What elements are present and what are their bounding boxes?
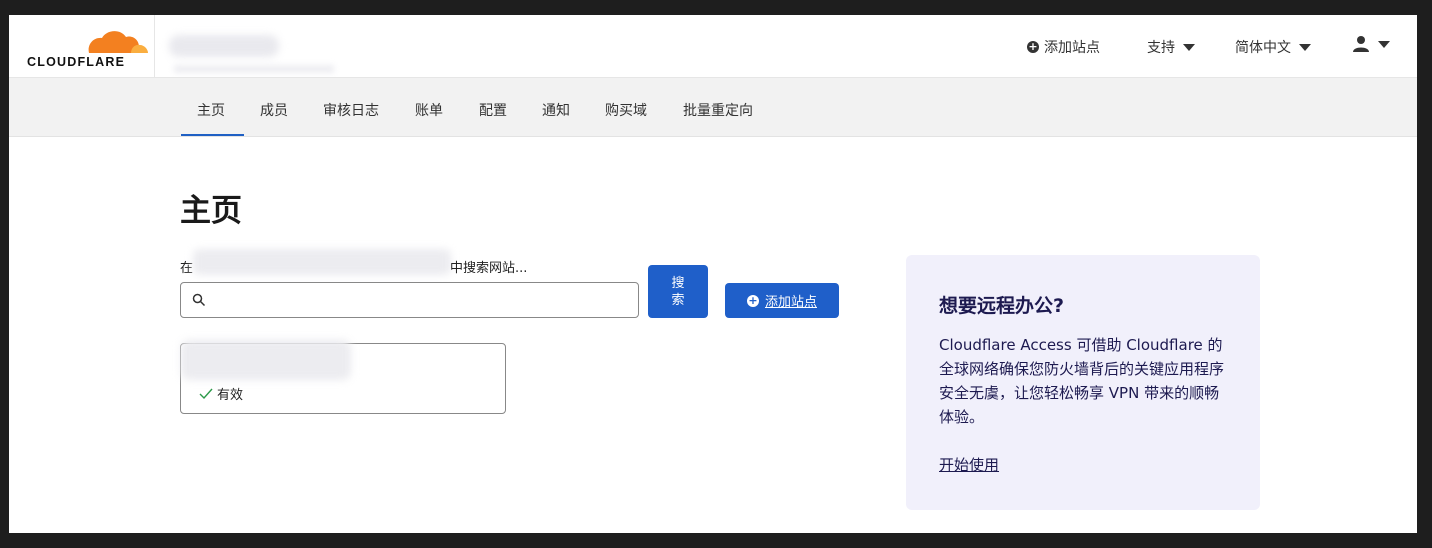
site-card[interactable]: 有效 [180, 340, 506, 414]
top-header: CLOUDFLARE + 添加站点 支持 简体中文 [9, 15, 1417, 78]
account-name-redacted[interactable] [169, 35, 279, 57]
site-search-input[interactable] [215, 289, 625, 313]
plus-circle-icon: + [746, 293, 759, 307]
remote-work-promo: 想要远程办公? Cloudflare Access 可借助 Cloudflare… [906, 255, 1260, 510]
support-label: 支持 [1147, 40, 1175, 56]
get-started-link[interactable]: 开始使用 [939, 454, 999, 475]
promo-title: 想要远程办公? [939, 295, 1065, 317]
site-search-box[interactable] [180, 282, 639, 318]
tab-audit-log[interactable]: 审核日志 [323, 100, 379, 120]
user-icon [1353, 36, 1369, 52]
caret-down-icon [1378, 40, 1390, 48]
tab-configuration[interactable]: 配置 [479, 100, 507, 120]
search-label-suffix: 中搜索网站... [450, 261, 528, 276]
account-sub-redacted [174, 65, 334, 73]
plus-circle-icon: + [1027, 40, 1039, 53]
tab-home[interactable]: 主页 [197, 100, 225, 120]
tab-notifications[interactable]: 通知 [542, 100, 570, 120]
divider [154, 15, 155, 78]
brand-name: CLOUDFLARE [27, 55, 126, 69]
account-name-redacted [193, 249, 451, 275]
site-status: 有效 [199, 384, 243, 403]
search-button-label: 搜索 [671, 275, 685, 308]
site-name-redacted [181, 340, 351, 380]
tab-bulk-redirects[interactable]: 批量重定向 [683, 100, 753, 120]
caret-down-icon [1299, 43, 1311, 51]
cloudflare-logo[interactable]: CLOUDFLARE [27, 23, 152, 71]
language-label: 简体中文 [1235, 40, 1291, 56]
header-add-site[interactable]: + 添加站点 [1027, 37, 1100, 57]
support-menu[interactable]: 支持 [1147, 37, 1195, 57]
site-status-label: 有效 [217, 388, 244, 403]
user-menu[interactable] [1352, 35, 1390, 53]
cloud-icon [87, 31, 149, 55]
caret-down-icon [1183, 43, 1195, 51]
search-label-prefix: 在 [180, 261, 194, 276]
add-site-button[interactable]: + 添加站点 [725, 283, 839, 318]
search-icon [192, 293, 206, 307]
promo-body: Cloudflare Access 可借助 Cloudflare 的全球网络确保… [939, 336, 1225, 426]
cloudflare-dashboard: CLOUDFLARE + 添加站点 支持 简体中文 主页 成员 审核日志 账单 … [9, 15, 1417, 533]
tab-members[interactable]: 成员 [260, 100, 288, 120]
page-title: 主页 [180, 193, 242, 229]
account-nav: 主页 成员 审核日志 账单 配置 通知 购买域 批量重定向 [9, 78, 1417, 137]
tab-buy-domains[interactable]: 购买域 [605, 100, 647, 120]
header-add-site-label: 添加站点 [1044, 40, 1100, 56]
language-menu[interactable]: 简体中文 [1235, 37, 1311, 57]
add-site-button-label: 添加站点 [764, 295, 817, 310]
tab-billing[interactable]: 账单 [415, 100, 443, 120]
active-tab-indicator [181, 134, 244, 136]
search-button[interactable]: 搜索 [648, 265, 708, 318]
check-icon [199, 388, 213, 399]
